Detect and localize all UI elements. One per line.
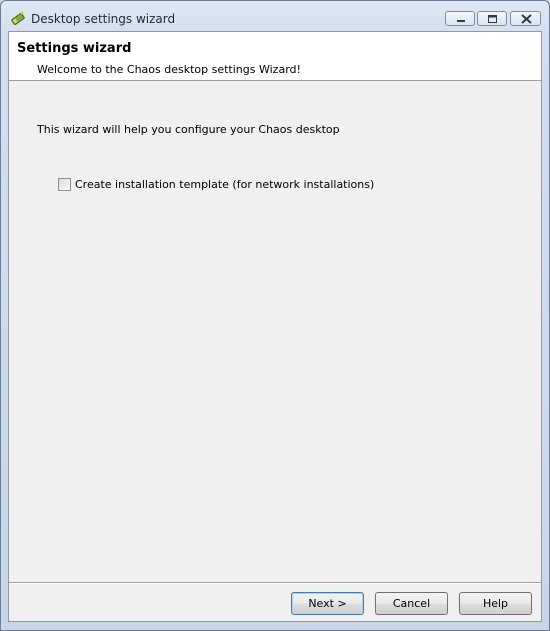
close-button[interactable] xyxy=(510,11,541,26)
next-button[interactable]: Next > xyxy=(291,592,364,615)
template-checkbox-label[interactable]: Create installation template (for networ… xyxy=(75,178,374,191)
cancel-button[interactable]: Cancel xyxy=(375,592,448,615)
title-bar[interactable]: Desktop settings wizard xyxy=(1,1,549,31)
maximize-button[interactable] xyxy=(477,11,507,26)
wizard-header: Settings wizard Welcome to the Chaos des… xyxy=(9,32,541,81)
intro-text: This wizard will help you configure your… xyxy=(37,123,340,136)
window-title: Desktop settings wizard xyxy=(31,12,176,26)
close-icon xyxy=(521,14,532,24)
wizard-client-area: Settings wizard Welcome to the Chaos des… xyxy=(8,31,542,622)
template-checkbox[interactable] xyxy=(58,178,71,191)
wizard-wand-icon xyxy=(10,10,26,26)
minimize-icon xyxy=(457,20,465,22)
help-button[interactable]: Help xyxy=(459,592,532,615)
page-title: Settings wizard xyxy=(17,41,132,56)
minimize-button[interactable] xyxy=(445,11,475,26)
maximize-icon xyxy=(488,15,497,23)
wizard-window: Desktop settings wizard Settings wizard … xyxy=(0,0,550,631)
page-subtitle: Welcome to the Chaos desktop settings Wi… xyxy=(37,63,301,76)
footer-divider xyxy=(9,582,541,584)
